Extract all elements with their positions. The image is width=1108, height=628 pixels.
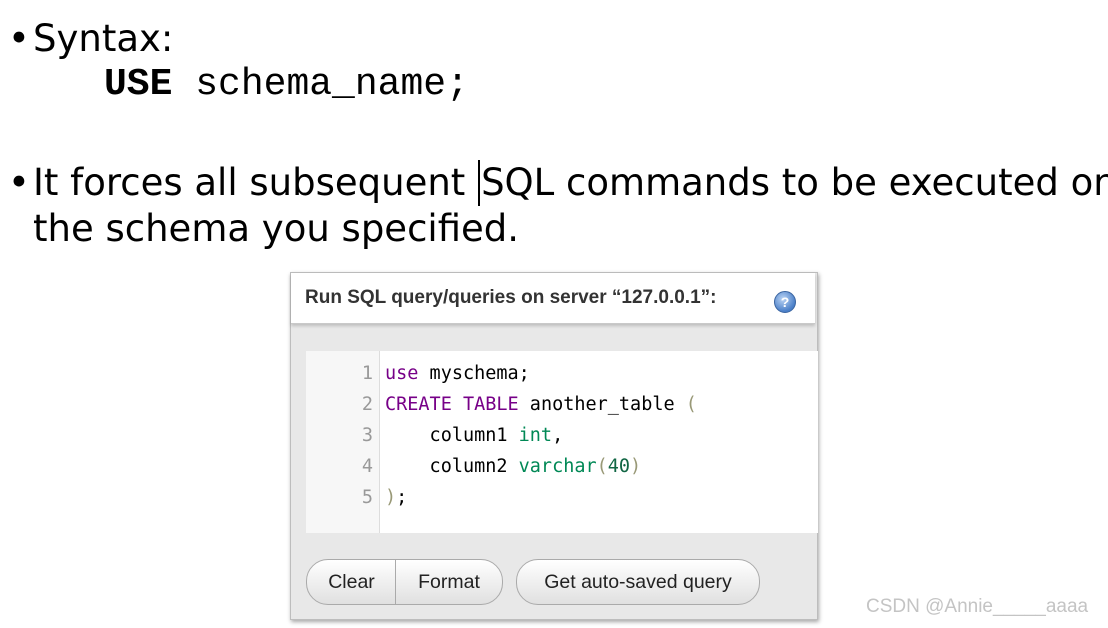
code-token: use [385, 363, 419, 384]
code-token: ( [596, 456, 608, 477]
code-token: , [552, 425, 564, 446]
code-token: int [518, 425, 553, 446]
bullet-dot: • [8, 17, 30, 60]
code-text: CREATE TABLE another_table ( [385, 389, 697, 420]
get-auto-saved-query-button[interactable]: Get auto-saved query [516, 559, 760, 605]
code-text: ); [385, 482, 407, 513]
line-number: 3 [361, 425, 373, 446]
text-cursor [478, 160, 481, 206]
syntax-rest: schema_name; [172, 63, 469, 106]
code-token: column2 [385, 456, 519, 477]
code-token: ( [685, 394, 697, 415]
description-part2: SQL commands to be executed on [481, 161, 1108, 204]
code-text: column2 varchar(40) [385, 451, 642, 482]
sql-query-panel: Run SQL query/queries on server “127.0.0… [290, 272, 818, 620]
syntax-keyword: USE [104, 63, 173, 106]
description-line2: the schema you specified. [33, 207, 520, 250]
line-number: 1 [361, 363, 373, 384]
code-token: varchar [518, 456, 597, 477]
clear-button[interactable]: Clear [306, 559, 397, 605]
line-number: 5 [361, 487, 373, 508]
description-part1: It forces all subsequent [33, 161, 478, 204]
code-token: column1 [385, 425, 519, 446]
bullet-syntax-text: Syntax: [33, 17, 174, 60]
panel-title: Run SQL query/queries on server “127.0.0… [305, 287, 717, 308]
watermark: CSDN @Annie_____aaaa [866, 596, 1089, 617]
code-token: CREATE [385, 394, 452, 415]
line-number: 4 [361, 456, 373, 477]
bullet-description-text: It forces all subsequent SQL commands to… [33, 160, 1108, 252]
code-text: use myschema; [385, 358, 530, 389]
panel-header: Run SQL query/queries on server “127.0.0… [291, 273, 815, 324]
bullet-dot: • [8, 161, 30, 204]
syntax-example: USE schema_name; [104, 62, 469, 108]
code-token: another_table [518, 394, 686, 415]
code-token: 40 [607, 456, 631, 477]
code-text: column1 int, [385, 420, 564, 451]
line-number: 2 [361, 394, 373, 415]
help-icon[interactable]: ? [774, 291, 796, 313]
code-token: TABLE [462, 394, 519, 415]
code-token: ; [396, 487, 408, 508]
code-token: ) [630, 456, 642, 477]
code-token: myschema; [418, 363, 530, 384]
sql-editor[interactable]: 1 use myschema; 2 CREATE TABLE another_tabl… [306, 351, 818, 533]
format-button[interactable]: Format [395, 559, 503, 605]
code-token: ) [385, 487, 397, 508]
